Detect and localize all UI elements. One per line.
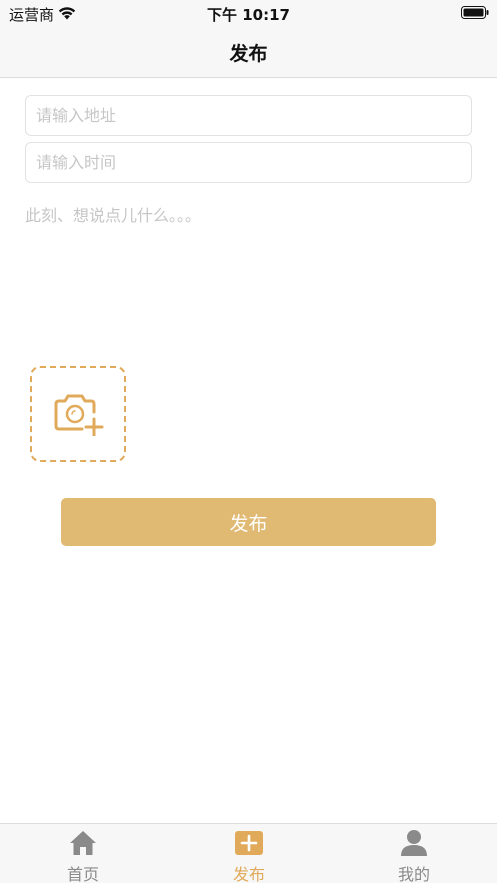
tab-mine-label: 我的 <box>397 865 430 883</box>
publish-screen: 运营商 下午 10:17 发布 发布 <box>0 0 497 883</box>
camera-add-icon <box>54 394 104 436</box>
tab-home-label: 首页 <box>66 865 99 883</box>
content-textarea[interactable] <box>25 202 472 352</box>
tab-home[interactable]: 首页 <box>0 824 166 883</box>
battery-icon <box>461 6 489 19</box>
plus-icon <box>235 831 263 855</box>
address-input[interactable] <box>25 95 472 136</box>
tab-bar: 首页 发布 我的 <box>0 823 497 883</box>
user-icon <box>401 830 427 856</box>
publish-button[interactable]: 发布 <box>61 498 436 546</box>
navigation-bar: 发布 <box>0 26 497 78</box>
page-title: 发布 <box>229 43 268 65</box>
tab-publish-label: 发布 <box>232 865 265 883</box>
tab-publish[interactable]: 发布 <box>166 824 332 883</box>
tab-mine[interactable]: 我的 <box>331 824 497 883</box>
time-input[interactable] <box>25 142 472 183</box>
status-time: 下午 10:17 <box>207 6 290 24</box>
status-bar: 运营商 下午 10:17 <box>0 0 497 26</box>
home-icon <box>70 831 96 855</box>
add-photo-button[interactable] <box>30 366 126 462</box>
